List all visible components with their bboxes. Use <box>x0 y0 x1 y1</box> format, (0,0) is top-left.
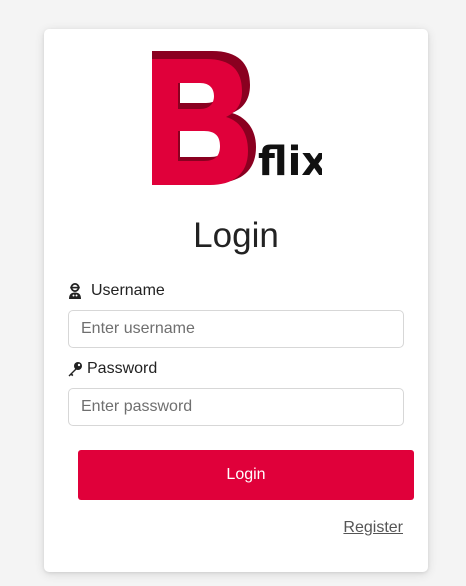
bflix-logo: flix <box>150 51 322 187</box>
username-input[interactable] <box>68 310 404 348</box>
page-title: Login <box>193 216 279 255</box>
login-button[interactable]: Login <box>78 450 414 500</box>
username-label-text: Username <box>91 282 165 299</box>
password-input[interactable] <box>68 388 404 426</box>
login-card: flix Login Username Password Login <box>44 29 428 572</box>
register-link[interactable]: Register <box>343 519 403 537</box>
logo-wordmark: flix <box>258 139 322 185</box>
password-label-text: Password <box>87 360 158 377</box>
user-icon <box>67 283 83 299</box>
password-label: Password <box>67 358 157 380</box>
username-label: Username <box>67 280 165 302</box>
key-icon <box>67 361 83 377</box>
